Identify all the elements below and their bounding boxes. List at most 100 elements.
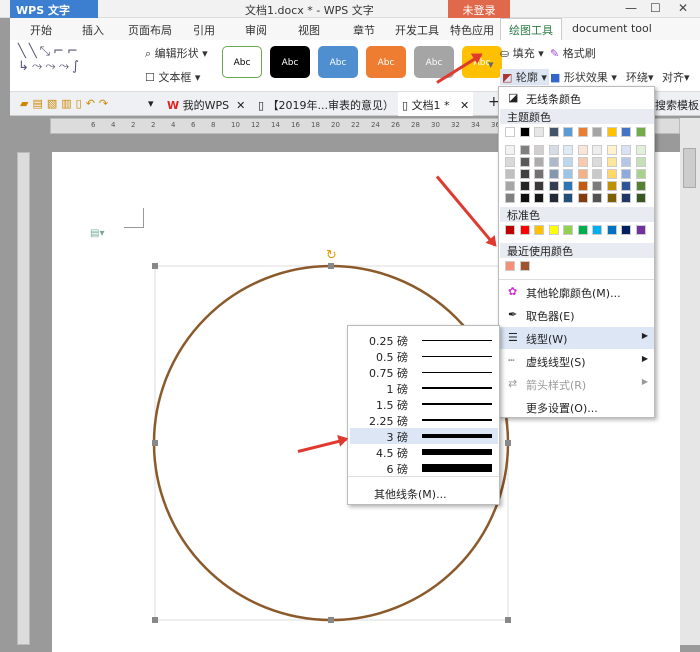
color-swatch[interactable] xyxy=(606,193,617,203)
color-swatch[interactable] xyxy=(577,127,588,137)
color-swatch[interactable] xyxy=(592,193,602,203)
color-swatch[interactable] xyxy=(534,193,544,203)
color-swatch[interactable] xyxy=(519,127,530,137)
color-swatch[interactable] xyxy=(621,157,631,167)
color-swatch[interactable] xyxy=(577,169,588,179)
color-swatch[interactable] xyxy=(563,193,573,203)
resize-handle[interactable] xyxy=(328,263,334,269)
resize-handle[interactable] xyxy=(152,263,158,269)
color-swatch[interactable] xyxy=(505,225,515,235)
color-swatch[interactable] xyxy=(621,225,631,235)
color-swatch[interactable] xyxy=(519,157,530,167)
resize-handle[interactable] xyxy=(328,617,334,623)
color-swatch[interactable] xyxy=(534,157,544,167)
color-swatch[interactable] xyxy=(548,225,559,235)
line-weight-preview xyxy=(422,449,492,455)
color-swatch[interactable] xyxy=(563,181,573,191)
color-swatch[interactable] xyxy=(606,169,617,179)
color-swatch[interactable] xyxy=(519,181,530,191)
color-swatch[interactable] xyxy=(577,157,588,167)
color-swatch[interactable] xyxy=(606,127,617,137)
color-swatch[interactable] xyxy=(621,193,631,203)
color-swatch[interactable] xyxy=(621,169,631,179)
color-swatch[interactable] xyxy=(577,145,588,155)
color-swatch[interactable] xyxy=(519,225,530,235)
no-line-color[interactable]: ◪ 无线条颜色 xyxy=(500,87,654,109)
color-swatch[interactable] xyxy=(621,181,631,191)
color-swatch[interactable] xyxy=(577,181,588,191)
color-swatch[interactable] xyxy=(606,225,617,235)
color-swatch[interactable] xyxy=(592,169,602,179)
color-swatch[interactable] xyxy=(577,225,588,235)
color-swatch[interactable] xyxy=(592,225,602,235)
line-style-menu-item[interactable]: ☰ 线型(W) ▶ xyxy=(500,327,654,349)
color-swatch[interactable] xyxy=(635,193,646,203)
color-swatch[interactable] xyxy=(592,127,602,137)
color-swatch[interactable] xyxy=(592,157,602,167)
color-swatch[interactable] xyxy=(606,157,617,167)
line-weight-option[interactable]: 4.5 磅 xyxy=(350,444,498,460)
line-weight-option[interactable]: 1 磅 xyxy=(350,380,498,396)
color-swatch[interactable] xyxy=(505,127,515,137)
line-weight-preview xyxy=(422,355,492,357)
line-weight-option[interactable]: 0.75 磅 xyxy=(350,364,498,380)
resize-handle[interactable] xyxy=(505,617,511,623)
color-swatch[interactable] xyxy=(519,169,530,179)
eyedropper[interactable]: ✒ 取色器(E) xyxy=(500,304,654,326)
line-weight-option[interactable]: 0.25 磅 xyxy=(350,332,498,348)
color-swatch[interactable] xyxy=(635,181,646,191)
color-swatch[interactable] xyxy=(548,145,559,155)
color-swatch[interactable] xyxy=(548,193,559,203)
rotate-handle-icon[interactable]: ↻ xyxy=(326,248,337,263)
resize-handle[interactable] xyxy=(152,440,158,446)
color-swatch[interactable] xyxy=(635,127,646,137)
color-swatch[interactable] xyxy=(548,157,559,167)
color-swatch[interactable] xyxy=(606,181,617,191)
resize-handle[interactable] xyxy=(505,440,511,446)
resize-handle[interactable] xyxy=(152,617,158,623)
color-swatch[interactable] xyxy=(505,169,515,179)
color-swatch[interactable] xyxy=(534,181,544,191)
color-swatch[interactable] xyxy=(505,261,515,271)
color-swatch[interactable] xyxy=(534,145,544,155)
color-swatch[interactable] xyxy=(519,193,530,203)
color-swatch[interactable] xyxy=(592,181,602,191)
theme-colors-header: 主题颜色 xyxy=(500,109,654,124)
more-lines[interactable]: 其他线条(M)... xyxy=(374,486,447,502)
color-swatch[interactable] xyxy=(635,169,646,179)
more-outline-colors[interactable]: ✿ 其他轮廓颜色(M)... xyxy=(500,281,654,303)
color-swatch[interactable] xyxy=(505,193,515,203)
color-swatch[interactable] xyxy=(534,127,544,137)
color-swatch[interactable] xyxy=(563,169,573,179)
color-swatch[interactable] xyxy=(548,181,559,191)
color-swatch[interactable] xyxy=(606,145,617,155)
color-swatch[interactable] xyxy=(563,225,573,235)
color-swatch[interactable] xyxy=(534,169,544,179)
color-swatch[interactable] xyxy=(563,127,573,137)
color-swatch[interactable] xyxy=(635,225,646,235)
color-swatch[interactable] xyxy=(519,145,530,155)
color-swatch[interactable] xyxy=(548,169,559,179)
line-weight-option[interactable]: 6 磅 xyxy=(350,460,498,476)
arrow-style-menu-item[interactable]: ⇄ 箭头样式(R) ▶ xyxy=(500,373,654,395)
color-swatch[interactable] xyxy=(505,157,515,167)
line-weight-option[interactable]: 3 磅 xyxy=(350,428,498,444)
color-swatch[interactable] xyxy=(577,193,588,203)
color-swatch[interactable] xyxy=(635,157,646,167)
color-swatch[interactable] xyxy=(505,145,515,155)
color-swatch[interactable] xyxy=(563,145,573,155)
color-swatch[interactable] xyxy=(635,145,646,155)
color-swatch[interactable] xyxy=(621,145,631,155)
color-swatch[interactable] xyxy=(505,181,515,191)
color-swatch[interactable] xyxy=(563,157,573,167)
color-swatch[interactable] xyxy=(519,261,530,271)
color-swatch[interactable] xyxy=(592,145,602,155)
more-settings[interactable]: 更多设置(O)... xyxy=(500,396,654,418)
color-swatch[interactable] xyxy=(621,127,631,137)
line-weight-option[interactable]: 2.25 磅 xyxy=(350,412,498,428)
color-swatch[interactable] xyxy=(548,127,559,137)
dash-style-menu-item[interactable]: ┅ 虚线线型(S) ▶ xyxy=(500,350,654,372)
line-weight-option[interactable]: 1.5 磅 xyxy=(350,396,498,412)
line-weight-option[interactable]: 0.5 磅 xyxy=(350,348,498,364)
color-swatch[interactable] xyxy=(534,225,544,235)
